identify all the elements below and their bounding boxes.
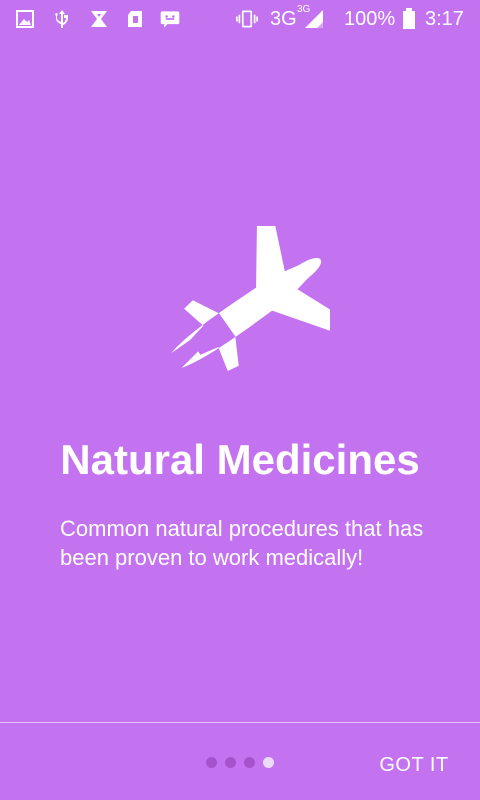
- battery-percent: 100%: [344, 8, 396, 30]
- got-it-button[interactable]: GOT IT: [373, 748, 455, 782]
- onboarding-title: Natural Medicines: [60, 436, 420, 484]
- gallery-icon: [14, 8, 36, 30]
- vibrate-icon: [236, 8, 258, 30]
- sd-card-icon: [124, 8, 146, 30]
- page-dot-active: [263, 757, 274, 768]
- page-dot: [225, 757, 236, 768]
- message-icon: [159, 8, 181, 30]
- page-dot: [206, 757, 217, 768]
- network-type: 3G: [270, 8, 297, 30]
- page-indicator: [206, 757, 276, 769]
- onboarding-description: Common natural procedures that has been …: [60, 516, 424, 570]
- signal-icon: [303, 8, 325, 30]
- status-bar: 3G 3G 100% 3:17: [0, 0, 480, 38]
- bottom-divider: [0, 722, 480, 723]
- page-dot: [244, 757, 255, 768]
- battery-icon: [398, 8, 420, 30]
- clock: 3:17: [425, 8, 464, 30]
- airplane-icon: [150, 206, 354, 396]
- hourglass-icon: [88, 8, 110, 30]
- usb-icon: [51, 8, 73, 30]
